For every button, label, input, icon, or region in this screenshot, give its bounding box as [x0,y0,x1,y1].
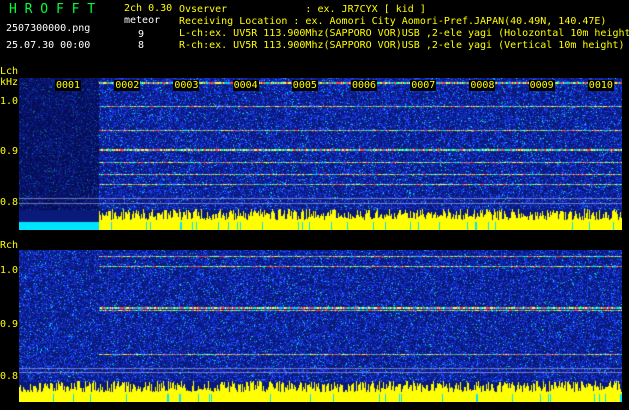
filename-label: 2507300000.png [6,23,91,34]
rch-config-line: R-ch:ex. UV5R 113.900Mhz(SAPPORO VOR)USB… [179,40,625,51]
lch-tick-0-8: 0.8 [0,197,19,208]
location-line: Receiving Location : ex. Aomori City Aom… [179,16,607,27]
rch-tick-0-9: 0.9 [0,319,19,330]
minute-marker-0008: 0008 [469,80,496,91]
minute-marker-0006: 0006 [351,80,378,91]
minute-marker-0002: 0002 [114,80,141,91]
event-type-label: meteor [124,15,161,26]
lch-spectrogram-canvas [19,78,622,230]
observer-line: Ovserver : ex. JR7CYX [ kid ] [179,4,426,15]
rch-label: Rch [0,240,19,251]
lch-label: Lch [0,66,19,77]
lch-config-line: L-ch:ex. UV5R 113.900Mhz(SAPPORO VOR)USB… [179,28,629,39]
lch-tick-1-0: 1.0 [0,96,19,107]
rch-tick-1-0: 1.0 [0,265,19,276]
lch-tick-0-9: 0.9 [0,146,19,157]
minute-marker-0007: 0007 [410,80,437,91]
minute-marker-0004: 0004 [232,80,259,91]
rch-spectrogram-canvas [19,250,622,402]
minute-marker-0010: 0010 [587,80,614,91]
minute-marker-0009: 0009 [528,80,555,91]
lch-unit-label: kHz [0,77,19,88]
minute-marker-0001: 0001 [55,80,82,91]
channel-mode-label: 2ch 0.30 [124,3,173,14]
minute-marker-0003: 0003 [173,80,200,91]
minute-marker-0005: 0005 [291,80,318,91]
rch-tick-0-8: 0.8 [0,371,19,382]
lch-count: 9 [138,29,145,40]
rch-count: 8 [138,40,145,51]
rch-spectrogram [19,250,622,402]
datetime-label: 25.07.30 00:00 [6,40,91,51]
lch-spectrogram [19,78,622,230]
app-brand: H R O F F T [9,2,96,17]
